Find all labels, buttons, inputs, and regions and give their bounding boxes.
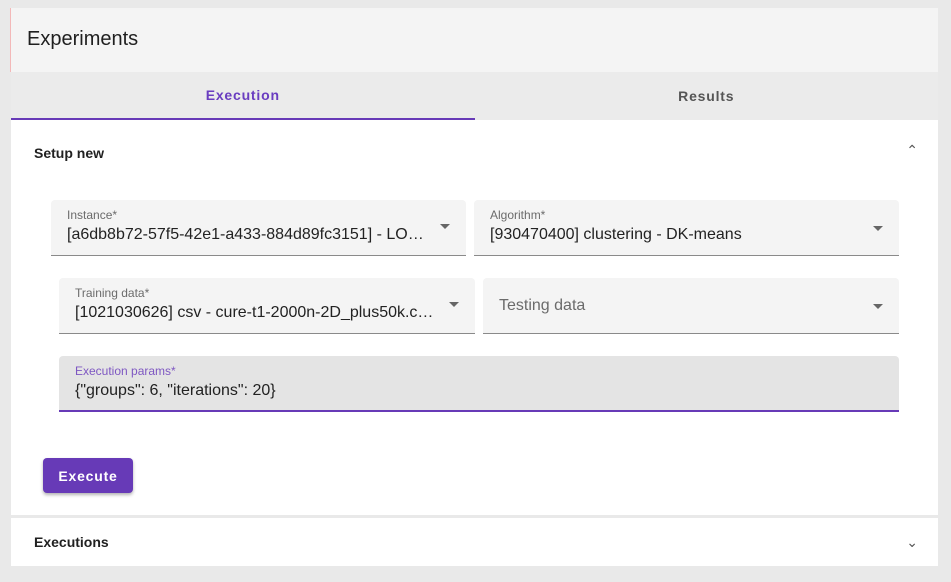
setup-new-panel: Setup new ⌃ Instance* [a6db8b72-57f5-42e… [11,120,938,515]
instance-value: [a6db8b72-57f5-42e1-a433-884d89fc3151] -… [67,226,424,243]
tab-results[interactable]: Results [475,72,939,120]
testing-data-select[interactable]: Testing data [483,278,899,334]
dropdown-arrow-icon [440,224,450,229]
execution-params-label: Execution params* [75,364,176,378]
algorithm-label: Algorithm* [490,208,546,222]
dropdown-arrow-icon [873,304,883,309]
tab-bar: Execution Results [11,72,938,120]
page-title: Experiments [27,28,139,50]
execution-params-value[interactable]: {"groups": 6, "iterations": 20} [75,382,875,400]
algorithm-value: [930470400] clustering - DK-means [490,226,742,243]
chevron-down-icon[interactable]: ⌄ [906,534,918,551]
instance-select[interactable]: Instance* [a6db8b72-57f5-42e1-a433-884d8… [51,200,466,256]
training-data-select[interactable]: Training data* [1021030626] csv - cure-t… [59,278,475,334]
executions-panel[interactable]: Executions ⌄ [11,518,938,566]
dropdown-arrow-icon [449,302,459,307]
tab-execution[interactable]: Execution [11,72,475,120]
dropdown-arrow-icon [873,226,883,231]
instance-label: Instance* [67,208,118,222]
execute-button[interactable]: Execute [43,458,133,493]
algorithm-select[interactable]: Algorithm* [930470400] clustering - DK-m… [474,200,899,256]
execution-params-input[interactable]: Execution params* {"groups": 6, "iterati… [59,356,899,412]
setup-new-title[interactable]: Setup new [34,145,104,161]
testing-data-placeholder: Testing data [499,297,586,314]
training-data-value: [1021030626] csv - cure-t1-2000n-2D_plus… [75,304,434,321]
training-data-label: Training data* [75,286,150,300]
app-header: Experiments [10,8,938,72]
executions-title: Executions [34,534,109,550]
chevron-up-icon[interactable]: ⌃ [906,142,918,159]
